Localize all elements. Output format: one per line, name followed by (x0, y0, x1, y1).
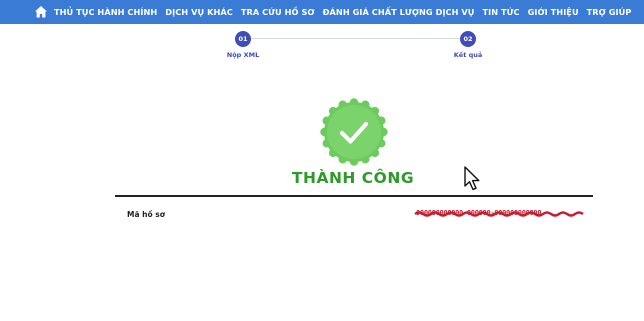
nav-menu: THỦ TỤC HÀNH CHÍNH DỊCH VỤ KHÁC TRA CỨU … (54, 7, 639, 17)
step-1-label: Nộp XML (226, 51, 260, 59)
step-1-number: 01 (235, 31, 251, 47)
redaction-scribble (414, 211, 584, 217)
check-badge-icon (320, 98, 388, 166)
step-2-label: Kết quả (453, 51, 483, 59)
nav-item-tin-tuc[interactable]: TIN TỨC (482, 7, 519, 17)
nav-item-thu-tuc-hanh-chinh[interactable]: THỦ TỤC HÀNH CHÍNH (54, 7, 157, 17)
stepper-connector (250, 38, 460, 39)
step-2-number: 02 (460, 31, 476, 47)
progress-stepper: 01 Nộp XML 02 Kết quả (0, 28, 644, 68)
record-id-label: Mã hồ sơ (127, 210, 165, 219)
success-title: THÀNH CÔNG (291, 169, 415, 187)
section-divider (115, 195, 593, 197)
nav-item-tra-cuu-ho-so[interactable]: TRA CỨU HỒ SƠ (241, 7, 315, 17)
home-icon[interactable] (34, 5, 48, 19)
nav-item-gioi-thieu[interactable]: GIỚI THIỆU (528, 7, 579, 17)
top-navbar: THỦ TỤC HÀNH CHÍNH DỊCH VỤ KHÁC TRA CỨU … (0, 0, 644, 24)
nav-item-tro-giup[interactable]: TRỢ GIÚP (587, 7, 632, 17)
mouse-pointer-icon (464, 166, 480, 191)
nav-item-dich-vu-khac[interactable]: DỊCH VỤ KHÁC (165, 7, 233, 17)
nav-item-danh-gia-chat-luong[interactable]: ĐÁNH GIÁ CHẤT LƯỢNG DỊCH VỤ (323, 7, 475, 17)
